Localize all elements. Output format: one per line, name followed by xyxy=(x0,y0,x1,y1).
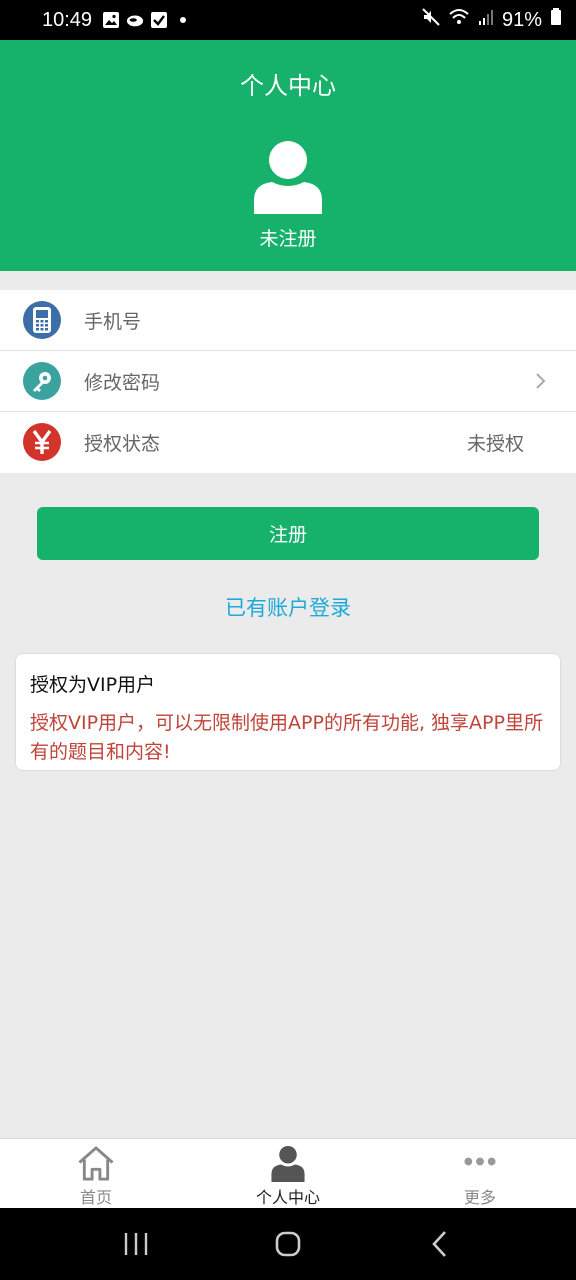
yen-icon xyxy=(23,423,61,461)
dot-icon xyxy=(174,11,192,29)
recent-apps-icon xyxy=(124,1233,148,1255)
tab-home[interactable]: 首页 xyxy=(0,1139,192,1208)
notification-icons xyxy=(102,11,192,29)
checkbox-icon xyxy=(150,11,168,29)
more-icon xyxy=(464,1157,496,1166)
profile-header: 个人中心 未注册 xyxy=(0,40,576,271)
register-button[interactable]: 注册 xyxy=(37,507,539,560)
tab-profile[interactable]: 个人中心 xyxy=(192,1139,384,1208)
tab-label: 首页 xyxy=(79,1188,112,1207)
list-item-phone[interactable]: 手机号 xyxy=(0,290,576,351)
status-time: 10:49 xyxy=(42,8,93,31)
list-item-authorization[interactable]: 授权状态 未授权 xyxy=(0,412,576,473)
authorization-status-value: 未授权 xyxy=(466,433,524,455)
vip-title: 授权为VIP用户 xyxy=(30,674,156,696)
login-link[interactable]: 已有账户登录 xyxy=(0,592,576,622)
recent-apps-button[interactable] xyxy=(106,1219,166,1269)
tab-label: 个人中心 xyxy=(255,1188,320,1207)
tab-more[interactable]: 更多 xyxy=(384,1139,576,1208)
avatar[interactable] xyxy=(254,140,322,214)
settings-list: 手机号 修改密码 授权状态 未授权 xyxy=(0,290,576,473)
key-icon xyxy=(23,362,61,400)
system-nav-bar xyxy=(0,1208,576,1280)
list-item-label: 修改密码 xyxy=(84,371,161,394)
vip-description: 授权VIP用户，可以无限制使用APP的所有功能, 独享APP里所有的题目和内容! xyxy=(30,712,543,763)
list-item-change-password[interactable]: 修改密码 xyxy=(0,351,576,412)
home-circle-icon xyxy=(275,1231,301,1257)
cloud-icon xyxy=(126,11,144,29)
status-right: 91% xyxy=(422,8,562,32)
avatar-icon xyxy=(254,141,322,214)
wifi-icon xyxy=(448,8,470,32)
back-button[interactable] xyxy=(410,1219,470,1269)
registration-status: 未注册 xyxy=(259,228,317,250)
mute-icon xyxy=(422,8,440,32)
home-icon xyxy=(78,1146,114,1181)
page-title: 个人中心 xyxy=(240,72,336,100)
list-item-label: 授权状态 xyxy=(84,433,161,455)
phone-icon xyxy=(23,301,61,339)
vip-card[interactable]: 授权为VIP用户 授权VIP用户，可以无限制使用APP的所有功能, 独享APP里… xyxy=(15,653,561,771)
list-item-label: 手机号 xyxy=(84,310,142,333)
tab-label: 更多 xyxy=(463,1188,496,1207)
gallery-icon xyxy=(102,11,120,29)
person-icon xyxy=(271,1145,305,1182)
back-icon xyxy=(432,1231,446,1257)
status-bar: 10:49 91% xyxy=(0,0,576,40)
signal-icon xyxy=(478,8,494,32)
battery-percent: 91% xyxy=(501,8,542,31)
battery-icon xyxy=(550,8,562,32)
bottom-tab-bar: 首页 个人中心 更多 xyxy=(0,1138,576,1208)
home-button[interactable] xyxy=(258,1219,318,1269)
chevron-right-icon xyxy=(536,373,546,389)
